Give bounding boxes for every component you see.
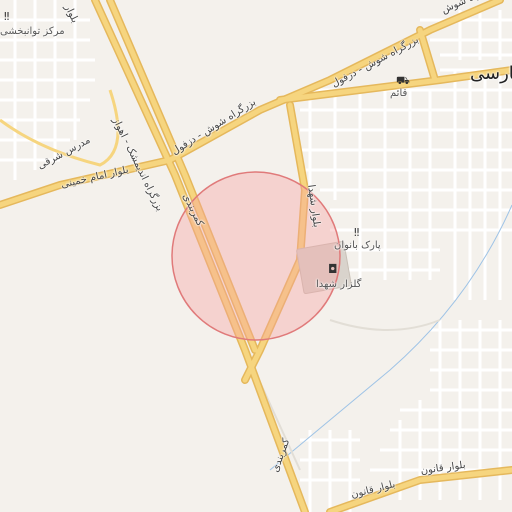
shop-icon: ⛟ xyxy=(396,74,410,87)
label-tavanbakhshi: مرکز توانبخشی xyxy=(0,26,65,37)
label-ghaem: قائم xyxy=(390,88,408,99)
label-park-banovan: پارک بانوان xyxy=(334,240,381,251)
label-farsi: فارسی xyxy=(470,63,512,84)
hospital-icon: ‼ xyxy=(4,10,10,23)
park-banovan-icon: ‼ xyxy=(354,226,360,239)
map-canvas xyxy=(0,0,512,512)
monument-icon: ◘ xyxy=(328,262,338,276)
label-golzar-shohada: گلزار شهدا xyxy=(316,279,362,290)
map-view[interactable]: فارسی بزرگراه شوش بزرگراه شوش - دزفول بز… xyxy=(0,0,512,512)
